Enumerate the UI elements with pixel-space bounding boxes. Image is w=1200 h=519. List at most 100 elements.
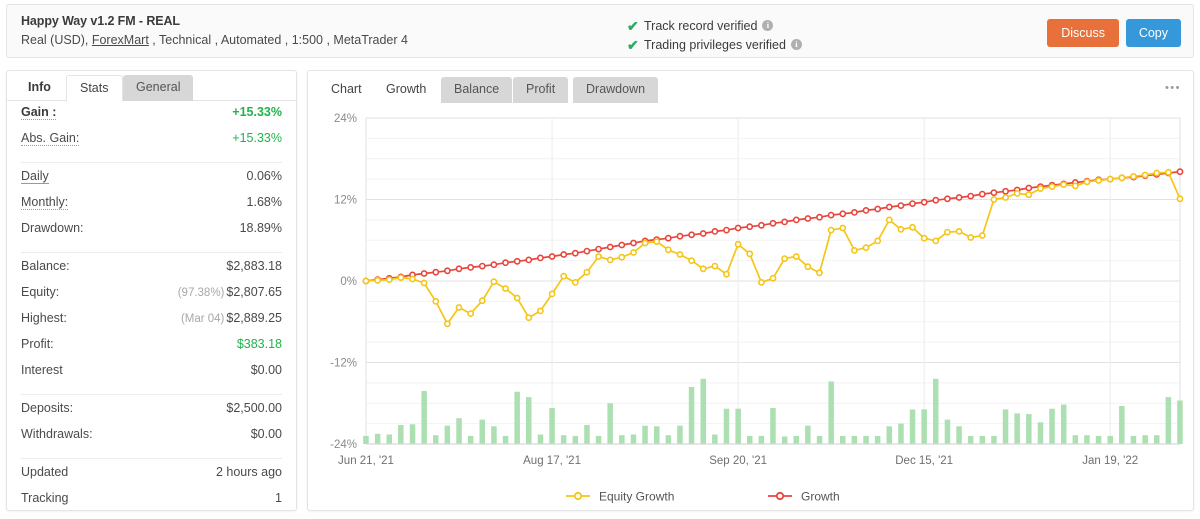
growth-point <box>723 226 730 234</box>
stat-label-abs-gain[interactable]: Abs. Gain: <box>21 131 80 146</box>
growth-point <box>583 247 591 255</box>
drawdown-bar <box>479 419 485 444</box>
tab-info[interactable]: Info <box>15 75 64 101</box>
drawdown-bar <box>700 378 706 444</box>
equity-growth-point <box>804 263 812 271</box>
drawdown-bar <box>654 426 660 444</box>
stat-label-monthly[interactable]: Monthly: <box>21 195 69 210</box>
drawdown-bar <box>816 435 823 444</box>
stat-value-deposits: $2,500.00 <box>226 401 282 415</box>
growth-point <box>851 209 858 216</box>
legend-label: Growth <box>801 490 840 504</box>
growth-point <box>455 265 463 273</box>
discuss-button[interactable]: Discuss <box>1047 19 1119 47</box>
equity-growth-point <box>816 269 823 277</box>
stat-value-drawdown: 18.89% <box>239 221 282 235</box>
growth-point <box>781 218 788 226</box>
legend-item[interactable]: Growth <box>768 490 840 504</box>
stat-label-updated: Updated <box>21 465 69 479</box>
tab-stats[interactable]: Stats <box>66 75 123 102</box>
drawdown-bar <box>1037 422 1044 444</box>
growth-point <box>502 259 509 267</box>
stat-label-profit: Profit: <box>21 337 54 351</box>
verification-track-record-label: Track record verified <box>644 18 758 33</box>
growth-point <box>513 257 521 265</box>
equity-growth-point <box>478 297 486 305</box>
growth-point <box>862 207 870 214</box>
drawdown-bar <box>467 435 474 444</box>
equity-growth-point <box>1130 173 1137 180</box>
stat-prefix-highest: (Mar 04) <box>180 313 225 325</box>
chart-menu-icon[interactable]: ••• <box>1165 83 1181 94</box>
equity-growth-point <box>897 226 905 233</box>
equity-growth-point <box>781 255 788 262</box>
drawdown-bar <box>967 435 974 444</box>
growth-point <box>630 239 637 247</box>
equity-growth-point <box>490 278 498 286</box>
tab-growth[interactable]: Growth <box>373 77 440 103</box>
equity-growth-point <box>1071 182 1079 190</box>
growth-point <box>699 230 707 237</box>
account-identity: Happy Way v1.2 FM - REAL Real (USD), For… <box>21 13 408 50</box>
x-axis-tick-label: Sep 20, '21 <box>709 455 767 467</box>
growth-point <box>443 267 451 275</box>
growth-point <box>560 251 568 258</box>
y-axis-tick-label: 24% <box>334 113 357 125</box>
equity-growth-point <box>885 216 893 224</box>
equity-growth-point <box>1153 169 1161 177</box>
drawdown-bar <box>805 425 811 444</box>
drawdown-bar <box>898 423 904 444</box>
drawdown-bar <box>537 434 544 444</box>
growth-point <box>432 268 440 276</box>
legend-item[interactable]: Equity Growth <box>566 490 674 504</box>
growth-chart-svg: 24% 12% 0% -12% -24% Jun 21, '21 Aug 17, '21 Se… <box>330 113 1184 504</box>
equity-growth-point <box>990 196 998 203</box>
drawdown-bar <box>642 425 648 444</box>
x-axis-tick-label: Jan 19, '22 <box>1082 455 1138 467</box>
growth-point <box>536 254 544 262</box>
drawdown-bar <box>595 435 602 444</box>
growth-chart: 24% 12% 0% -12% -24% Jun 21, '21 Aug 17, '21 Se… <box>308 102 1193 510</box>
tab-chart[interactable]: Chart <box>318 77 375 103</box>
stat-label-gain[interactable]: Gain : <box>21 105 57 120</box>
drawdown-bar <box>665 435 672 444</box>
tab-drawdown[interactable]: Drawdown <box>573 77 659 103</box>
stat-row-daily: Daily 0.06% <box>21 169 282 195</box>
growth-point <box>711 227 719 235</box>
stat-row-updated: Updated 2 hours ago <box>21 465 282 491</box>
tab-profit[interactable]: Profit <box>513 77 569 103</box>
growth-point <box>664 234 672 242</box>
drawdown-bar <box>1119 406 1125 444</box>
check-icon: ✔ <box>627 17 639 34</box>
equity-growth-point <box>362 277 370 285</box>
growth-point <box>420 270 428 277</box>
drawdown-bar <box>770 408 776 444</box>
growth-point <box>1002 187 1009 195</box>
copy-button[interactable]: Copy <box>1125 19 1181 47</box>
drawdown-bar <box>607 403 613 445</box>
stat-row-tracking: Tracking 1 <box>21 491 282 517</box>
equity-growth-point <box>792 253 800 260</box>
growth-point <box>571 249 579 257</box>
account-meta-pre: Real (USD), <box>21 33 92 47</box>
drawdown-bar <box>1061 404 1067 444</box>
tab-general[interactable]: General <box>123 75 194 101</box>
equity-growth-point <box>723 270 730 278</box>
drawdown-bar <box>374 433 381 444</box>
y-axis-tick-label: -12% <box>330 358 357 370</box>
drawdown-bar <box>688 386 695 444</box>
broker-link[interactable]: ForexMart <box>92 33 149 47</box>
tab-balance[interactable]: Balance <box>441 77 513 103</box>
equity-growth-point <box>1165 168 1172 176</box>
check-icon: ✔ <box>627 36 639 53</box>
stat-row-drawdown: Drawdown: 18.89% <box>21 221 282 247</box>
drawdown-bar <box>712 434 718 444</box>
growth-point <box>897 202 905 209</box>
growth-point <box>548 253 556 260</box>
info-icon[interactable]: i <box>762 20 774 31</box>
growth-point <box>827 211 835 219</box>
drawdown-bar <box>421 391 427 444</box>
info-icon[interactable]: i <box>790 39 802 50</box>
equity-growth-point <box>1118 174 1126 182</box>
stat-label-daily[interactable]: Daily <box>21 169 49 184</box>
